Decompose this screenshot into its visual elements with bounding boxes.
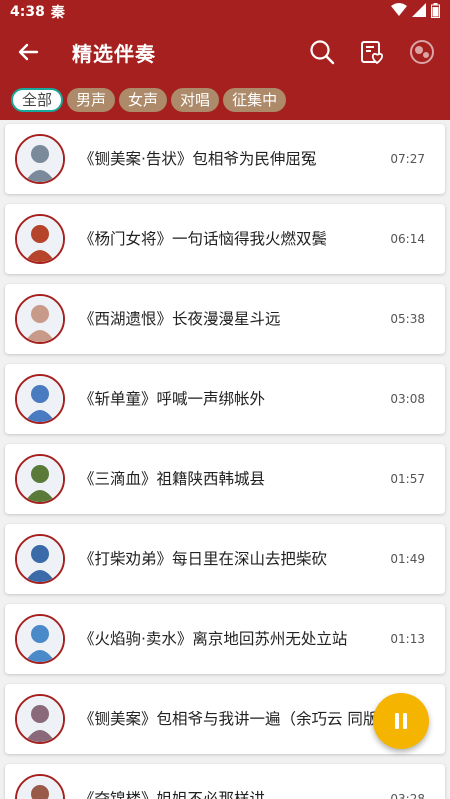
song-card[interactable]: 《西湖遗恨》长夜漫漫星斗远 05:38 bbox=[5, 284, 445, 354]
song-avatar bbox=[15, 374, 65, 424]
song-title: 《夺锦楼》姐姐不必那样讲 bbox=[79, 790, 266, 799]
filter-chip[interactable]: 对唱 bbox=[171, 88, 220, 112]
song-title: 《火焰驹·卖水》离京地回苏州无处立站 bbox=[79, 630, 348, 648]
app-bar: 精选伴奏 bbox=[0, 24, 450, 80]
filter-chip[interactable]: 女声 bbox=[119, 88, 168, 112]
song-duration: 03:28 bbox=[390, 792, 425, 799]
song-avatar bbox=[15, 214, 65, 264]
signal-icon bbox=[412, 3, 426, 21]
wifi-icon bbox=[391, 3, 407, 21]
song-card[interactable]: 《三滴血》祖籍陕西韩城县 01:57 bbox=[5, 444, 445, 514]
back-button[interactable] bbox=[0, 24, 56, 80]
song-avatar bbox=[15, 774, 65, 799]
battery-icon bbox=[431, 2, 440, 22]
song-avatar bbox=[15, 534, 65, 584]
song-duration: 06:14 bbox=[390, 232, 425, 246]
song-title: 《铡美案·告状》包相爷为民伸屈冤 bbox=[79, 150, 317, 168]
filter-chip[interactable]: 征集中 bbox=[223, 88, 287, 112]
song-avatar bbox=[15, 134, 65, 184]
song-duration: 03:08 bbox=[390, 392, 425, 406]
page-title: 精选伴奏 bbox=[72, 41, 156, 66]
status-bar: 4:38 秦 bbox=[0, 0, 450, 24]
song-card[interactable]: 《火焰驹·卖水》离京地回苏州无处立站 01:13 bbox=[5, 604, 445, 674]
song-duration: 07:27 bbox=[390, 152, 425, 166]
song-avatar bbox=[15, 454, 65, 504]
search-icon bbox=[310, 40, 335, 65]
song-list: 《铡美案·告状》包相爷为民伸屈冤 07:27 《杨门女将》一句话恼得我火燃双鬓 06:… bbox=[0, 120, 450, 799]
song-title: 《打柴劝弟》每日里在深山去把柴砍 bbox=[79, 550, 328, 568]
song-title: 《斩单童》呼喊一声绑帐外 bbox=[79, 390, 266, 408]
song-duration: 01:49 bbox=[390, 552, 425, 566]
filter-bar: 全部 男声 女声 对唱 征集中 bbox=[0, 80, 450, 120]
song-card[interactable]: 《铡美案·告状》包相爷为民伸屈冤 07:27 bbox=[5, 124, 445, 194]
pause-button[interactable] bbox=[373, 693, 429, 749]
disc-icon bbox=[410, 40, 434, 64]
song-duration: 01:13 bbox=[390, 632, 425, 646]
status-time: 4:38 bbox=[10, 4, 45, 20]
favorites-list-button[interactable] bbox=[354, 34, 390, 70]
heart-list-icon bbox=[361, 41, 384, 65]
song-duration: 05:38 bbox=[390, 312, 425, 326]
pause-icon bbox=[395, 713, 407, 729]
song-card[interactable]: 《斩单童》呼喊一声绑帐外 03:08 bbox=[5, 364, 445, 434]
song-title: 《三滴血》祖籍陕西韩城县 bbox=[79, 470, 266, 488]
arrow-back-icon bbox=[18, 43, 39, 61]
filter-chip[interactable]: 全部 bbox=[11, 88, 64, 112]
song-card[interactable]: 《夺锦楼》姐姐不必那样讲 03:28 bbox=[5, 764, 445, 799]
song-title: 《西湖遗恨》长夜漫漫星斗远 bbox=[79, 310, 281, 328]
song-duration: 01:57 bbox=[390, 472, 425, 486]
search-button[interactable] bbox=[304, 34, 340, 70]
song-card[interactable]: 《杨门女将》一句话恼得我火燃双鬓 06:14 bbox=[5, 204, 445, 274]
disc-button[interactable] bbox=[404, 34, 440, 70]
carrier-glyph: 秦 bbox=[50, 5, 65, 21]
filter-chip[interactable]: 男声 bbox=[67, 88, 116, 112]
song-avatar bbox=[15, 614, 65, 664]
song-avatar bbox=[15, 694, 65, 744]
song-card[interactable]: 《打柴劝弟》每日里在深山去把柴砍 01:49 bbox=[5, 524, 445, 594]
song-title: 《杨门女将》一句话恼得我火燃双鬓 bbox=[79, 230, 328, 248]
song-avatar bbox=[15, 294, 65, 344]
